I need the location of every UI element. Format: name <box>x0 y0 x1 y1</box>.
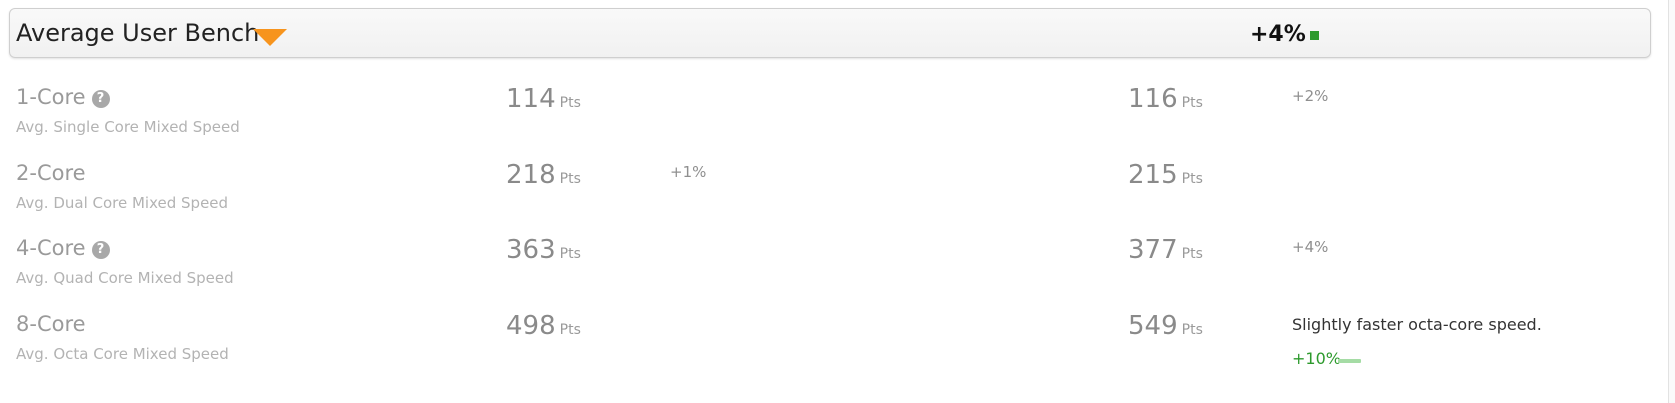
note-delta: +10% <box>1292 349 1341 368</box>
core-label: 8-Core <box>16 312 86 336</box>
header-title: Average User Bench <box>16 19 260 47</box>
benchmark-header: Average User Bench +4% <box>9 8 1651 58</box>
right-score: 116 Pts <box>1128 84 1203 114</box>
green-square-icon <box>1310 31 1319 40</box>
left-score: 363 Pts <box>506 235 581 265</box>
help-icon[interactable]: ? <box>91 90 110 108</box>
right-delta: +2% <box>1292 87 1329 105</box>
core-label: 4-Core? <box>16 235 110 261</box>
page: Average User Bench +4% 1-Core? Avg. Sing… <box>0 0 1675 403</box>
help-icon[interactable]: ? <box>91 241 110 259</box>
benchmark-row-8-core: 8-Core Avg. Octa Core Mixed Speed 498 Pts… <box>0 311 1650 385</box>
left-score: 218 Pts <box>506 160 581 190</box>
benchmark-row-1-core: 1-Core? Avg. Single Core Mixed Speed 114… <box>0 84 1650 158</box>
scrollbar[interactable] <box>1668 0 1675 403</box>
comparison-note: Slightly faster octa-core speed. <box>1292 315 1542 334</box>
core-label: 2-Core <box>16 161 86 185</box>
triangle-down-icon[interactable] <box>253 29 287 46</box>
core-sub-label: Avg. Dual Core Mixed Speed <box>16 194 229 212</box>
delta-bar <box>1338 359 1361 363</box>
right-score: 377 Pts <box>1128 235 1203 265</box>
core-sub-label: Avg. Quad Core Mixed Speed <box>16 269 234 287</box>
left-score: 114 Pts <box>506 84 581 114</box>
core-sub-label: Avg. Octa Core Mixed Speed <box>16 345 229 363</box>
right-delta: +4% <box>1292 238 1329 256</box>
left-score: 498 Pts <box>506 311 581 341</box>
core-label: 1-Core? <box>16 84 110 110</box>
left-delta: +1% <box>670 163 707 181</box>
overall-delta: +4% <box>1250 22 1306 47</box>
right-score: 549 Pts <box>1128 311 1203 341</box>
right-score: 215 Pts <box>1128 160 1203 190</box>
benchmark-row-2-core: 2-Core Avg. Dual Core Mixed Speed 218 Pts… <box>0 160 1650 234</box>
benchmark-row-4-core: 4-Core? Avg. Quad Core Mixed Speed 363 Pt… <box>0 235 1650 309</box>
core-sub-label: Avg. Single Core Mixed Speed <box>16 118 240 136</box>
